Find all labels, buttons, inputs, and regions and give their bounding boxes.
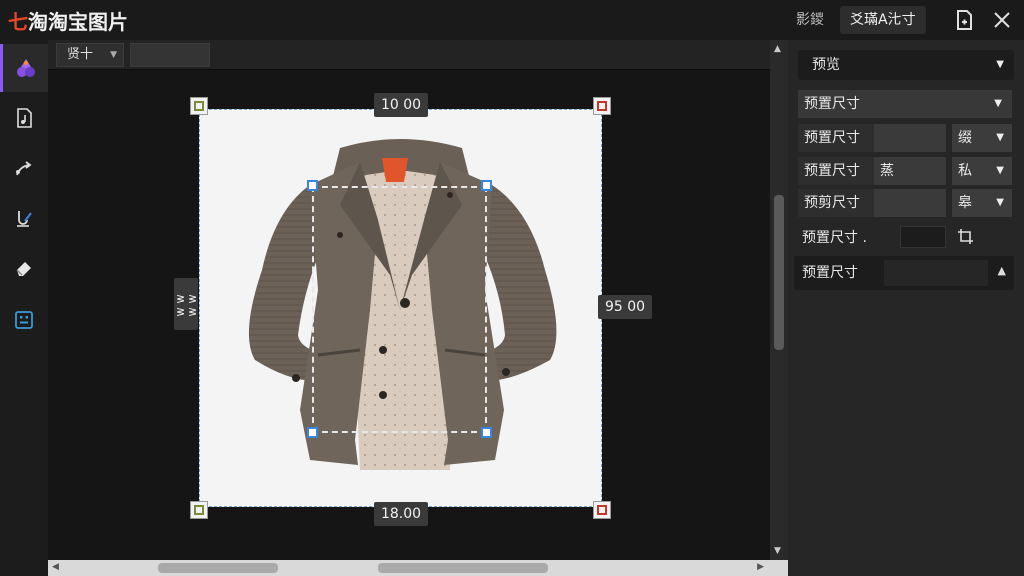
- canvas-toolbar: 贤十 ▼: [48, 40, 770, 70]
- properties-panel: 预览 ▼ 预置尺寸 ▼ 预置尺寸 缀 ▼ 预置尺寸 蒸 私 ▼ 预剪尺寸 皋 ▼…: [788, 40, 1024, 576]
- chevron-down-icon: ▼: [996, 59, 1004, 70]
- app-title: 淘淘宝图片: [28, 10, 128, 34]
- chevron-down-icon: ▼: [996, 165, 1004, 176]
- preset-row-label: 预置尺寸: [798, 157, 874, 185]
- zoom-select[interactable]: 贤十 ▼: [56, 43, 124, 67]
- crop-handle-top-right[interactable]: [481, 180, 492, 191]
- scroll-down-icon[interactable]: ▼: [774, 546, 781, 556]
- preset-row-2: 预置尺寸 蒸 私 ▼: [798, 157, 1012, 185]
- left-toolbar: [0, 40, 48, 576]
- preset-row-label: 预置尺寸 .: [802, 230, 867, 246]
- chevron-down-icon: ▼: [994, 98, 1002, 109]
- preset-row-label: 预剪尺寸: [798, 189, 874, 217]
- crop-tool-icon[interactable]: [956, 227, 976, 257]
- grid-select-icon[interactable]: [0, 296, 48, 344]
- dimension-top: 10 00: [374, 93, 428, 117]
- crop-handle-top-left[interactable]: [307, 180, 318, 191]
- preset-row-option: 私: [958, 163, 972, 179]
- crop-selection-box[interactable]: [312, 186, 487, 433]
- scroll-right-icon[interactable]: ▶: [757, 562, 764, 572]
- frame-corner-bottom-left[interactable]: [190, 501, 208, 519]
- preset-row-option: 皋: [958, 195, 972, 211]
- preset-row-select[interactable]: 皋 ▼: [952, 189, 1012, 217]
- scroll-up-icon[interactable]: ▲: [774, 44, 781, 54]
- header-primary-button[interactable]: 爻璊A㲺寸: [840, 6, 926, 34]
- eraser-icon[interactable]: [0, 244, 48, 292]
- preset-row-option: 缀: [958, 130, 972, 146]
- frame-corner-top-left[interactable]: [190, 97, 208, 115]
- app-logo: 七淘淘宝图片: [8, 6, 128, 35]
- document-audio-icon[interactable]: [0, 94, 48, 142]
- zoom-input[interactable]: [130, 43, 210, 67]
- crop-handle-bottom-right[interactable]: [481, 427, 492, 438]
- dimension-left: ᕒᕒ ᕒᕒ: [174, 278, 199, 330]
- chevron-down-icon: ▼: [996, 197, 1004, 208]
- dimension-bottom: 18.00: [374, 502, 428, 526]
- file-save-icon[interactable]: [952, 8, 976, 32]
- chevron-down-icon: ▼: [110, 50, 117, 60]
- preset-row-3: 预剪尺寸 皋 ▼: [798, 189, 1012, 217]
- vertical-scroll-thumb[interactable]: [774, 195, 784, 350]
- chevron-down-icon: ▼: [996, 132, 1004, 143]
- preset-row-input[interactable]: [884, 260, 988, 286]
- zoom-label: 贤十: [67, 47, 94, 62]
- preset-row-5: 预置尺寸 ▲: [794, 256, 1014, 290]
- scroll-left-icon[interactable]: ◀: [52, 562, 59, 572]
- preset-size-label: 预置尺寸: [804, 96, 860, 112]
- preset-row-4: 预置尺寸 .: [798, 224, 1012, 252]
- preset-row-input[interactable]: 蒸: [874, 157, 946, 185]
- vertical-scrollbar[interactable]: ▲ ▼: [770, 40, 788, 560]
- preset-row-label: 预置尺寸: [798, 124, 874, 152]
- preset-row-input[interactable]: [874, 189, 946, 217]
- preset-row-input[interactable]: [874, 124, 946, 152]
- preset-row-select[interactable]: 缀 ▼: [952, 124, 1012, 152]
- horizontal-scroll-thumb-secondary[interactable]: [378, 563, 548, 573]
- canvas-area[interactable]: 贤十 ▼ 10 00 95 00 18.00 ᕒᕒ ᕒᕒ: [48, 40, 788, 560]
- arrow-tool-icon[interactable]: [0, 144, 48, 192]
- panel-header-label: 预览: [812, 57, 840, 73]
- preset-row-label: 预置尺寸: [802, 265, 858, 281]
- chevron-up-icon[interactable]: ▲: [998, 264, 1006, 277]
- dimension-right: 95 00: [598, 295, 652, 319]
- frame-corner-top-right[interactable]: [593, 97, 611, 115]
- title-bar: 七淘淘宝图片 影鑁 爻璊A㲺寸: [0, 0, 1024, 40]
- panel-header[interactable]: 预览 ▼: [798, 50, 1014, 80]
- palette-icon[interactable]: [0, 44, 48, 92]
- preset-row-input[interactable]: [900, 226, 946, 248]
- frame-corner-bottom-right[interactable]: [593, 501, 611, 519]
- preset-row-select[interactable]: 私 ▼: [952, 157, 1012, 185]
- horizontal-scroll-thumb[interactable]: [158, 563, 278, 573]
- header-secondary-button[interactable]: 影鑁: [796, 6, 824, 34]
- close-icon[interactable]: [990, 8, 1014, 32]
- logo-mark: 七: [8, 10, 28, 34]
- preset-row-1: 预置尺寸 缀 ▼: [798, 124, 1012, 152]
- horizontal-scrollbar[interactable]: ◀ ▶: [48, 560, 788, 576]
- preset-size-dropdown[interactable]: 预置尺寸 ▼: [798, 90, 1012, 118]
- crop-handle-bottom-left[interactable]: [307, 427, 318, 438]
- brush-icon[interactable]: [0, 194, 48, 242]
